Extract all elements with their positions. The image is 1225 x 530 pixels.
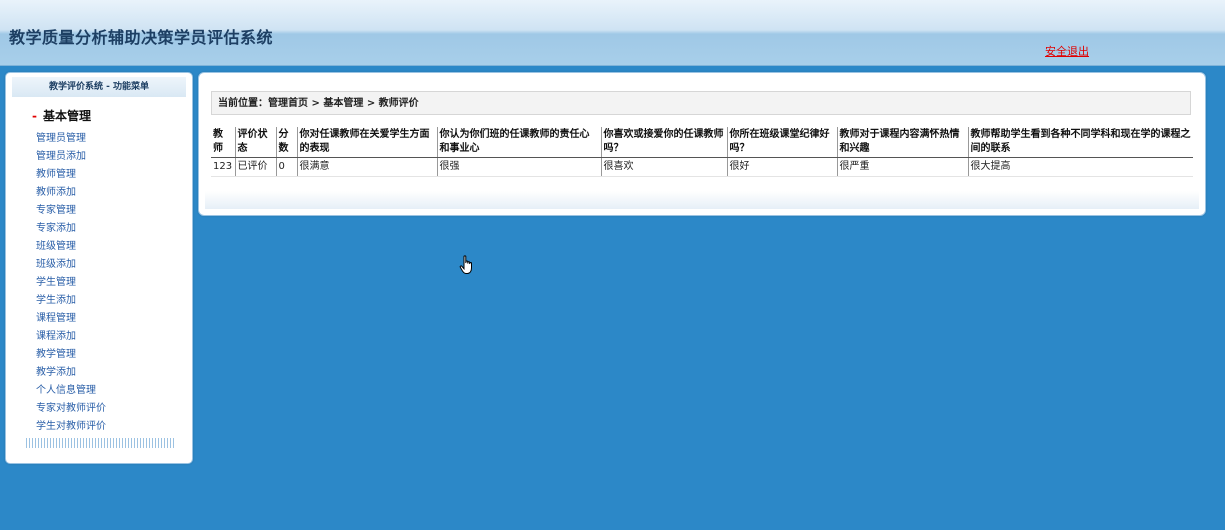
column-header: 你对任课教师在关爱学生方面的表现 — [296, 127, 437, 158]
column-header: 评价状态 — [234, 127, 276, 158]
app-title: 教学质量分析辅助决策学员评估系统 — [9, 28, 274, 47]
sidebar-item-profile-manage[interactable]: 个人信息管理 — [6, 382, 192, 400]
table-cell: 很好 — [726, 157, 837, 177]
sidebar-item-admin-add[interactable]: 管理员添加 — [6, 148, 192, 166]
evaluation-table: 教师 评价状态 分数 你对任课教师在关爱学生方面的表现 你认为你们班的任课教师的… — [211, 127, 1193, 177]
menu-section-title[interactable]: - 基本管理 — [32, 107, 192, 124]
sidebar-item-student-add[interactable]: 学生添加 — [6, 292, 192, 310]
sidebar: 教学评价系统 - 功能菜单 - 基本管理 管理员管理 管理员添加 教师管理 教师添… — [5, 72, 193, 464]
table-cell: 很严重 — [836, 157, 968, 177]
sidebar-header: 教学评价系统 - 功能菜单 — [12, 77, 186, 97]
column-header: 你认为你们班的任课教师的责任心和事业心 — [436, 127, 601, 158]
table-cell: 123 — [211, 157, 235, 177]
menu-section-label: 基本管理 — [42, 109, 91, 123]
table-cell: 很大提高 — [967, 157, 1193, 177]
sidebar-item-expert-manage[interactable]: 专家管理 — [6, 202, 192, 220]
table-row: 123 已评价 0 很满意 很强 很喜欢 很好 很严重 很大提高 — [211, 157, 1193, 177]
logout-link[interactable]: 安全退出 — [1045, 43, 1089, 59]
column-header: 你所在班级课堂纪律好吗？ — [726, 127, 837, 158]
sidebar-item-class-manage[interactable]: 班级管理 — [6, 238, 192, 256]
sidebar-item-course-add[interactable]: 课程添加 — [6, 328, 192, 346]
table-cell: 很强 — [436, 157, 601, 177]
table-header-row: 教师 评价状态 分数 你对任课教师在关爱学生方面的表现 你认为你们班的任课教师的… — [211, 127, 1193, 158]
column-header: 你喜欢或接爱你的任课教师吗？ — [600, 127, 727, 158]
sidebar-item-student-evaluation[interactable]: 学生对教师评价 — [6, 418, 192, 436]
sidebar-item-teacher-manage[interactable]: 教师管理 — [6, 166, 192, 184]
sidebar-item-student-manage[interactable]: 学生管理 — [6, 274, 192, 292]
sidebar-footer-decoration — [26, 438, 174, 448]
sidebar-item-teaching-add[interactable]: 教学添加 — [6, 364, 192, 382]
table-cell: 已评价 — [234, 157, 276, 177]
collapse-dash-icon: - — [32, 109, 37, 123]
sidebar-menu: 管理员管理 管理员添加 教师管理 教师添加 专家管理 专家添加 班级管理 班级添… — [6, 130, 192, 436]
column-header: 教师对于课程内容满怀热情和兴趣 — [836, 127, 968, 158]
table-cell: 很满意 — [296, 157, 437, 177]
sidebar-item-admin-manage[interactable]: 管理员管理 — [6, 130, 192, 148]
sidebar-item-teaching-manage[interactable]: 教学管理 — [6, 346, 192, 364]
sidebar-item-class-add[interactable]: 班级添加 — [6, 256, 192, 274]
column-header: 分数 — [275, 127, 297, 158]
breadcrumb: 当前位置：管理首页 > 基本管理 > 教师评价 — [211, 91, 1191, 115]
sidebar-item-course-manage[interactable]: 课程管理 — [6, 310, 192, 328]
column-header: 教师帮助学生看到各种不同学科和现在学的课程之间的联系 — [967, 127, 1193, 158]
sidebar-item-expert-evaluation[interactable]: 专家对教师评价 — [6, 400, 192, 418]
panel-footer — [205, 191, 1199, 209]
table-cell: 0 — [275, 157, 297, 177]
app-header: 教学质量分析辅助决策学员评估系统 安全退出 — [0, 0, 1225, 66]
sidebar-item-expert-add[interactable]: 专家添加 — [6, 220, 192, 238]
sidebar-item-teacher-add[interactable]: 教师添加 — [6, 184, 192, 202]
main-panel: 当前位置：管理首页 > 基本管理 > 教师评价 教师 评价状态 分数 你对任课教… — [198, 72, 1206, 216]
column-header: 教师 — [211, 127, 235, 158]
table-cell: 很喜欢 — [600, 157, 727, 177]
hand-pointer-icon — [459, 255, 475, 278]
